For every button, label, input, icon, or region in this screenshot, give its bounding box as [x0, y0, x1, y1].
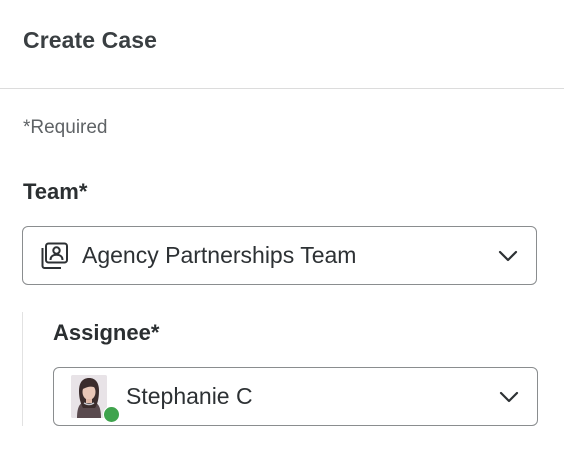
assignee-select[interactable]: Stephanie C: [53, 367, 538, 426]
indent-divider: [22, 312, 23, 426]
user-avatar: [71, 375, 107, 418]
team-label: Team*: [23, 179, 88, 204]
assignee-label: Assignee*: [53, 320, 160, 345]
team-icon: [41, 242, 68, 269]
header: Create Case: [0, 0, 564, 89]
required-note: *Required: [23, 117, 108, 138]
assignee-select-value: Stephanie C: [126, 383, 253, 409]
team-select[interactable]: Agency Partnerships Team: [22, 226, 537, 285]
chevron-down-icon: [498, 250, 518, 262]
chevron-down-icon: [499, 391, 519, 403]
team-select-value: Agency Partnerships Team: [82, 242, 357, 268]
status-online-indicator: [103, 406, 120, 423]
page-title: Create Case: [23, 27, 158, 53]
